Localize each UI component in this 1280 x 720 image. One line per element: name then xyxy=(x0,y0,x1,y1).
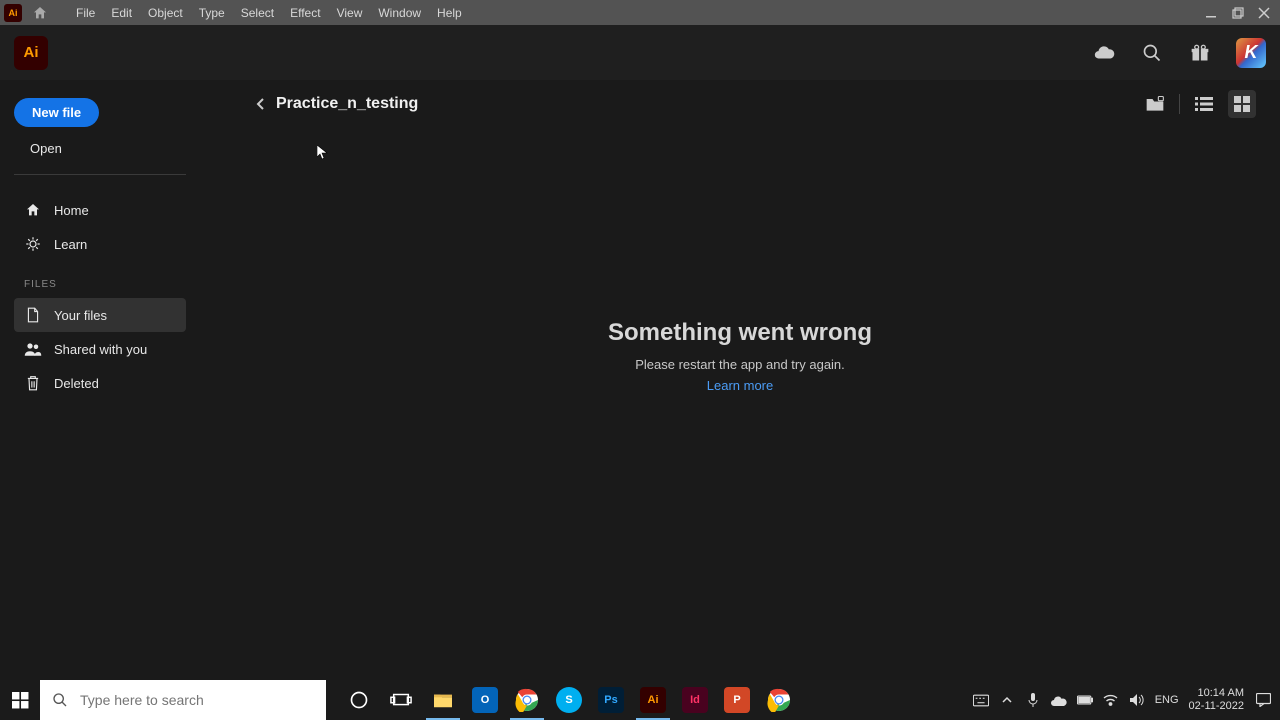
content: Practice_n_testing Something went wrong … xyxy=(200,80,1280,680)
menu-file[interactable]: File xyxy=(68,6,103,20)
taskbar: O S Ps Ai Id P ENG 10:14 AM 02-11-2022 xyxy=(0,680,1280,720)
tray-time: 10:14 AM xyxy=(1189,687,1244,700)
sidebar-item-your-files[interactable]: Your files xyxy=(14,298,186,332)
taskbar-explorer-icon[interactable] xyxy=(422,680,464,720)
close-icon[interactable] xyxy=(1258,7,1270,19)
window-controls xyxy=(1206,7,1276,19)
sidebar-divider xyxy=(14,174,186,175)
breadcrumb-row: Practice_n_testing xyxy=(224,90,1256,118)
sidebar-item-label: Deleted xyxy=(54,376,99,391)
error-message: Please restart the app and try again. xyxy=(608,357,872,372)
taskbar-indesign-icon[interactable]: Id xyxy=(674,680,716,720)
folder-open-icon[interactable] xyxy=(1141,90,1169,118)
menu-type[interactable]: Type xyxy=(191,6,233,20)
tray-lang[interactable]: ENG xyxy=(1155,692,1179,708)
learn-nav-icon xyxy=(24,235,42,253)
sidebar-nav: Home Learn xyxy=(14,193,186,261)
menu-edit[interactable]: Edit xyxy=(103,6,140,20)
sidebar-item-label: Your files xyxy=(54,308,107,323)
breadcrumb: Practice_n_testing xyxy=(256,95,418,113)
taskbar-apps: O S Ps Ai Id P xyxy=(338,680,800,720)
error-title: Something went wrong xyxy=(608,319,872,347)
taskbar-skype-icon[interactable]: S xyxy=(548,680,590,720)
breadcrumb-title: Practice_n_testing xyxy=(276,95,418,113)
gift-icon[interactable] xyxy=(1188,41,1212,65)
tray-clock[interactable]: 10:14 AM 02-11-2022 xyxy=(1189,687,1244,713)
tray-volume-icon[interactable] xyxy=(1129,692,1145,708)
taskbar-search-input[interactable] xyxy=(80,692,314,708)
taskbar-chrome2-icon[interactable] xyxy=(758,680,800,720)
tray-onedrive-icon[interactable] xyxy=(1051,692,1067,708)
sidebar-item-label: Home xyxy=(54,203,89,218)
shared-icon xyxy=(24,340,42,358)
headerbar: Ai K xyxy=(0,25,1280,80)
new-file-button[interactable]: New file xyxy=(14,98,99,127)
trash-icon xyxy=(24,374,42,392)
list-view-icon[interactable] xyxy=(1190,90,1218,118)
cloud-icon[interactable] xyxy=(1092,41,1116,65)
maximize-icon[interactable] xyxy=(1232,7,1244,19)
sidebar-item-learn[interactable]: Learn xyxy=(14,227,186,261)
sidebar-item-label: Shared with you xyxy=(54,342,147,357)
system-tray: ENG 10:14 AM 02-11-2022 xyxy=(973,687,1280,713)
taskbar-outlook-icon[interactable]: O xyxy=(464,680,506,720)
sidebar-item-label: Learn xyxy=(54,237,87,252)
header-right-icons: K xyxy=(1092,38,1266,68)
menu-select[interactable]: Select xyxy=(233,6,282,20)
search-icon[interactable] xyxy=(1140,41,1164,65)
sidebar-item-shared[interactable]: Shared with you xyxy=(14,332,186,366)
home-icon[interactable] xyxy=(30,3,50,23)
avatar[interactable]: K xyxy=(1236,38,1266,68)
menu-help[interactable]: Help xyxy=(429,6,470,20)
minimize-icon[interactable] xyxy=(1206,7,1218,19)
sidebar-files-nav: Your files Shared with you Deleted xyxy=(14,298,186,400)
sidebar: New file Open Home Learn FILES Your file… xyxy=(0,80,200,680)
tray-wifi-icon[interactable] xyxy=(1103,692,1119,708)
main: New file Open Home Learn FILES Your file… xyxy=(0,80,1280,680)
taskbar-cortana-icon[interactable] xyxy=(338,680,380,720)
tray-chevron-up-icon[interactable] xyxy=(999,692,1015,708)
view-controls xyxy=(1141,90,1256,118)
taskbar-taskview-icon[interactable] xyxy=(380,680,422,720)
tray-battery-icon[interactable] xyxy=(1077,692,1093,708)
back-chevron-icon[interactable] xyxy=(256,97,266,111)
error-learn-more-link[interactable]: Learn more xyxy=(608,378,872,393)
sidebar-item-home[interactable]: Home xyxy=(14,193,186,227)
ai-logo-icon: Ai xyxy=(14,36,48,70)
sidebar-section-files: FILES xyxy=(24,279,186,290)
taskbar-illustrator-icon[interactable]: Ai xyxy=(632,680,674,720)
menu-effect[interactable]: Effect xyxy=(282,6,328,20)
tray-mic-icon[interactable] xyxy=(1025,692,1041,708)
menu-view[interactable]: View xyxy=(329,6,371,20)
error-block: Something went wrong Please restart the … xyxy=(608,319,872,393)
menu-object[interactable]: Object xyxy=(140,6,191,20)
tray-notification-icon[interactable] xyxy=(1254,691,1272,709)
grid-view-icon[interactable] xyxy=(1228,90,1256,118)
file-icon xyxy=(24,306,42,324)
tray-keyboard-icon[interactable] xyxy=(973,692,989,708)
titlebar: Ai File Edit Object Type Select Effect V… xyxy=(0,0,1280,25)
taskbar-photoshop-icon[interactable]: Ps xyxy=(590,680,632,720)
tray-date: 02-11-2022 xyxy=(1189,700,1244,713)
app-badge-icon: Ai xyxy=(4,4,22,22)
taskbar-powerpoint-icon[interactable]: P xyxy=(716,680,758,720)
home-nav-icon xyxy=(24,201,42,219)
taskbar-chrome-icon[interactable] xyxy=(506,680,548,720)
sidebar-item-deleted[interactable]: Deleted xyxy=(14,366,186,400)
view-separator xyxy=(1179,94,1180,114)
open-button[interactable]: Open xyxy=(30,141,186,156)
start-button[interactable] xyxy=(0,680,40,720)
search-icon xyxy=(52,692,68,708)
taskbar-search[interactable] xyxy=(40,680,326,720)
menu-window[interactable]: Window xyxy=(370,6,429,20)
